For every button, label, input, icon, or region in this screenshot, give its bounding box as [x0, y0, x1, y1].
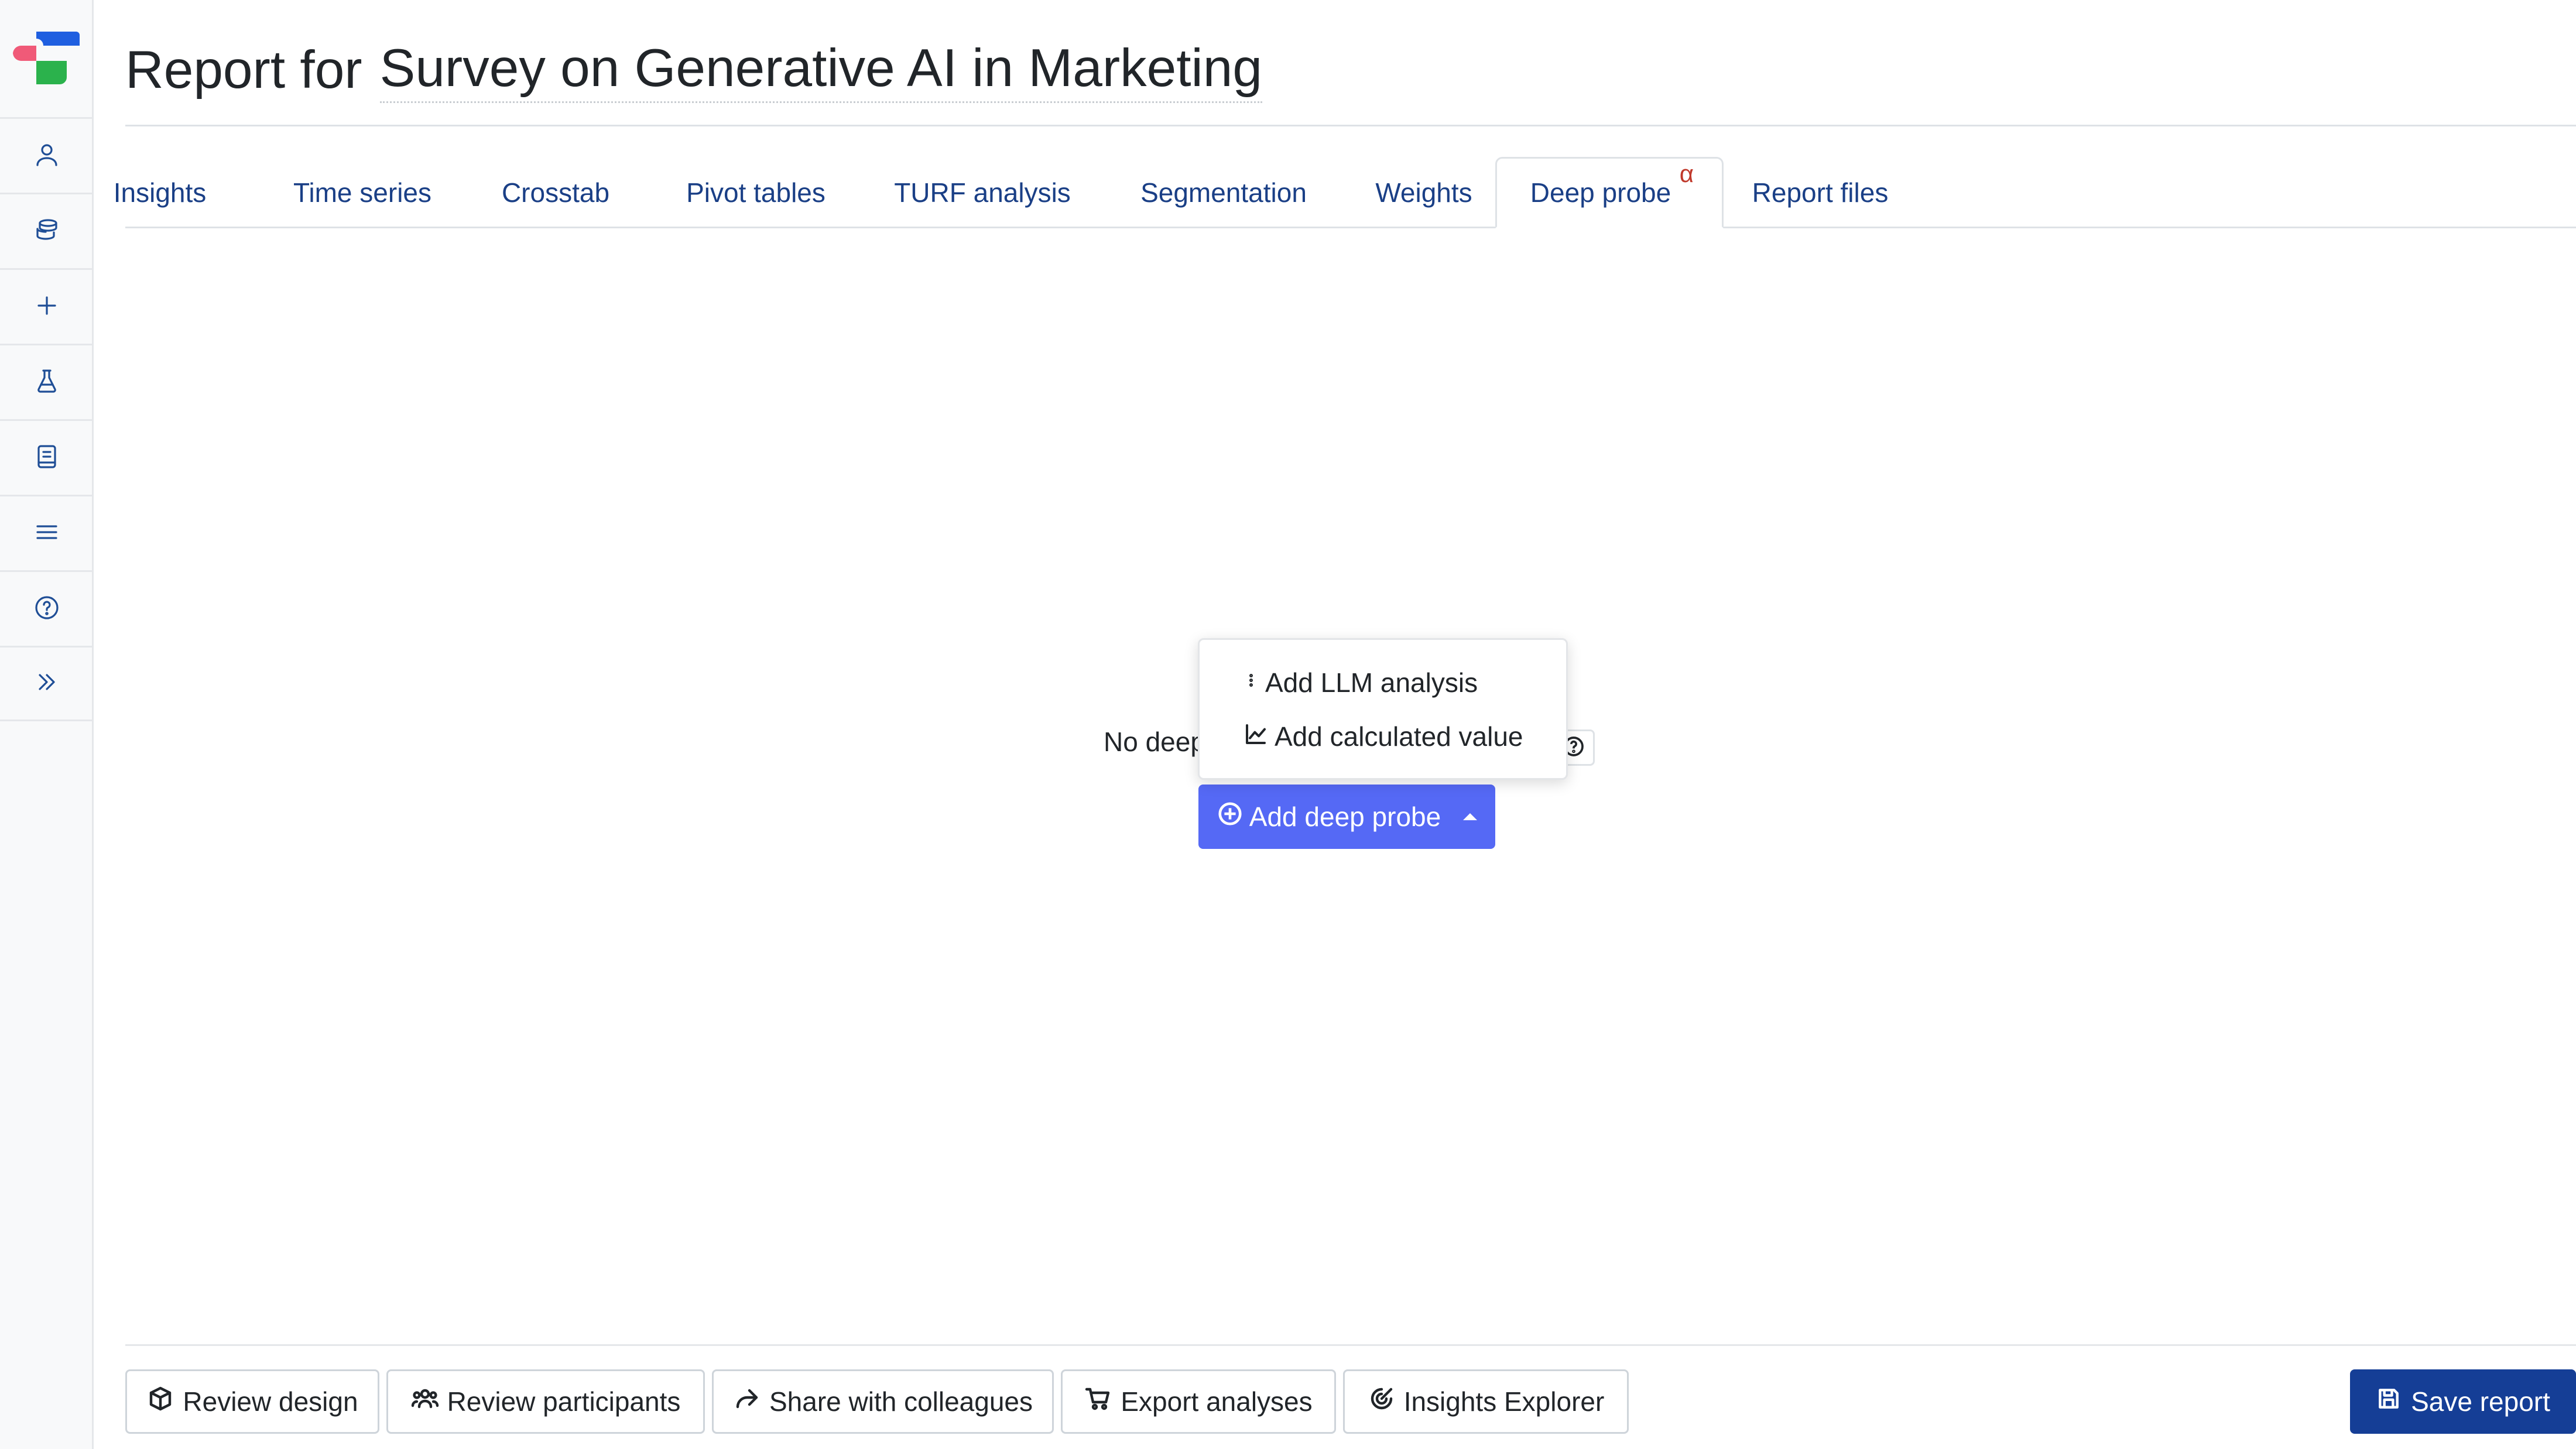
- tab-crosstab[interactable]: Crosstab: [500, 157, 611, 228]
- tab-deep-probe[interactable]: Deep probe α: [1495, 157, 1724, 228]
- empty-state-text: No deep: [1104, 727, 1205, 757]
- expand-icon: [33, 668, 61, 699]
- footer-divider: [125, 1344, 2576, 1346]
- sidebar-item-lab[interactable]: [0, 344, 94, 419]
- sidebar-item-data[interactable]: [0, 193, 94, 268]
- survey-name[interactable]: Survey on Generative AI in Marketing: [379, 38, 1262, 103]
- sidebar-item-menu[interactable]: [0, 495, 94, 570]
- tab-time-series[interactable]: Time series: [293, 157, 432, 228]
- kebab-vertical-icon: [1244, 667, 1258, 698]
- add-deep-probe-button[interactable]: Add deep probe: [1198, 785, 1495, 849]
- user-icon: [33, 141, 61, 172]
- line-chart-icon: [1244, 721, 1268, 752]
- save-icon: [2376, 1386, 2402, 1418]
- menu-item-add-llm-analysis[interactable]: Add LLM analysis: [1244, 659, 1478, 706]
- book-icon: [33, 443, 61, 474]
- tab-insights[interactable]: Insights: [114, 157, 207, 228]
- alpha-badge: α: [1679, 160, 1694, 187]
- menu-icon: [33, 518, 61, 549]
- radar-icon: [1368, 1385, 1396, 1419]
- caret-up-icon: [1463, 813, 1478, 820]
- tab-turf-analysis[interactable]: TURF analysis: [890, 157, 1074, 228]
- title-prefix: Report for: [125, 40, 362, 100]
- sidebar-item-expand[interactable]: [0, 646, 94, 721]
- tab-pivot-tables[interactable]: Pivot tables: [684, 157, 827, 228]
- app-logo[interactable]: [13, 28, 81, 87]
- title-divider: [125, 125, 2576, 126]
- database-icon: [33, 216, 61, 247]
- menu-item-add-calculated-value[interactable]: Add calculated value: [1244, 713, 1523, 760]
- sidebar-item-profile[interactable]: [0, 117, 94, 193]
- share-icon: [733, 1385, 761, 1419]
- share-with-colleagues-button[interactable]: Share with colleagues: [712, 1369, 1054, 1434]
- sidebar-item-new[interactable]: [0, 268, 94, 344]
- cart-icon: [1084, 1385, 1112, 1419]
- flask-icon: [33, 367, 61, 398]
- review-design-button[interactable]: Review design: [125, 1369, 379, 1434]
- save-report-button[interactable]: Save report: [2350, 1369, 2576, 1434]
- people-icon: [411, 1385, 439, 1419]
- export-analyses-button[interactable]: Export analyses: [1061, 1369, 1336, 1434]
- report-tabs: Insights Time series Crosstab Pivot tabl…: [114, 157, 2576, 228]
- plus-circle-icon: [1217, 800, 1244, 834]
- insights-explorer-button[interactable]: Insights Explorer: [1343, 1369, 1629, 1434]
- tab-report-files[interactable]: Report files: [1741, 157, 1899, 228]
- plus-icon: [33, 292, 61, 323]
- sidebar-item-docs[interactable]: [0, 419, 94, 495]
- tab-segmentation[interactable]: Segmentation: [1136, 157, 1311, 228]
- box-icon: [146, 1385, 174, 1419]
- add-deep-probe-menu: Add LLM analysis Add calculated value: [1198, 638, 1568, 780]
- sidebar-item-help[interactable]: [0, 570, 94, 646]
- help-icon: [33, 594, 61, 625]
- review-participants-button[interactable]: Review participants: [386, 1369, 705, 1434]
- tabs-divider: [125, 227, 2576, 228]
- page-title: Report for Survey on Generative AI in Ma…: [125, 32, 1262, 108]
- tab-weights[interactable]: Weights: [1365, 157, 1482, 228]
- sidebar: [0, 0, 94, 1449]
